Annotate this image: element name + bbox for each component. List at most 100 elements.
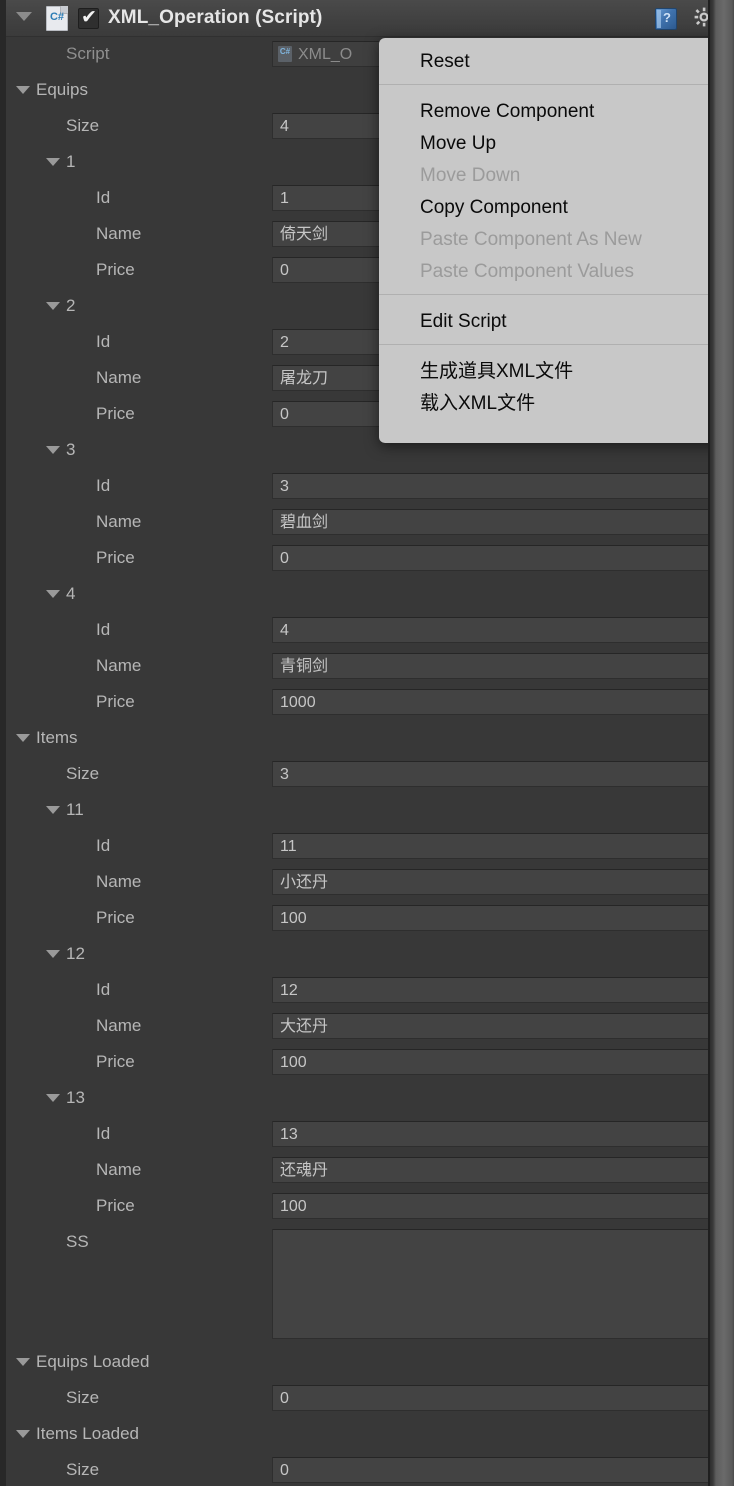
- array-size-row: Size 0: [6, 1452, 710, 1486]
- menu-item-edit-script[interactable]: Edit Script: [379, 306, 730, 338]
- property-field[interactable]: 100: [272, 1049, 710, 1075]
- csharp-script-icon-label: C#: [46, 11, 68, 23]
- array-element-index: 2: [66, 296, 75, 316]
- property-label: Id: [96, 620, 110, 640]
- property-field[interactable]: 13: [272, 1121, 710, 1147]
- array-element-header: 11: [6, 792, 710, 828]
- menu-item-copy-component[interactable]: Copy Component: [379, 192, 730, 224]
- foldout-triangle-icon[interactable]: [46, 590, 60, 598]
- array-size-field-value: 3: [280, 765, 289, 784]
- property-field-value: 11: [280, 837, 297, 856]
- property-field-value: 2: [280, 333, 289, 352]
- property-row: Price 100: [6, 1044, 710, 1080]
- foldout-triangle-icon[interactable]: [16, 1358, 30, 1366]
- menu-item-reset[interactable]: Reset: [379, 46, 730, 78]
- foldout-triangle-icon[interactable]: [46, 806, 60, 814]
- menu-item-xml[interactable]: 生成道具XML文件: [379, 356, 730, 388]
- property-field-value: 碧血剑: [280, 513, 328, 532]
- section-label-items: Items: [36, 728, 78, 748]
- property-label: Name: [96, 224, 141, 244]
- foldout-triangle-icon[interactable]: [16, 86, 30, 94]
- property-field-value: 4: [280, 621, 289, 640]
- property-field[interactable]: 还魂丹: [272, 1157, 710, 1183]
- property-field-value: 大还丹: [280, 1017, 328, 1036]
- array-size-label: Size: [66, 1460, 99, 1480]
- property-label: Name: [96, 512, 141, 532]
- menu-item-remove-component[interactable]: Remove Component: [379, 96, 730, 128]
- component-context-menu[interactable]: Reset Remove Component Move Up Move Down Cop…: [379, 38, 730, 443]
- foldout-triangle-icon[interactable]: [46, 302, 60, 310]
- array-element-index: 11: [66, 800, 84, 820]
- property-field[interactable]: 碧血剑: [272, 509, 710, 535]
- menu-item-label: Move Up: [420, 132, 496, 156]
- property-row: Name 小还丹: [6, 864, 710, 900]
- property-row: Id 4: [6, 612, 710, 648]
- property-field-value: 0: [280, 549, 289, 568]
- property-field-value: 100: [280, 909, 307, 928]
- property-label: Price: [96, 260, 135, 280]
- help-book-icon[interactable]: ?: [655, 8, 677, 30]
- property-field-value: 0: [280, 405, 289, 424]
- array-size-label: Size: [66, 764, 99, 784]
- ss-text-field[interactable]: [272, 1229, 710, 1339]
- menu-separator: [379, 84, 730, 85]
- property-field[interactable]: 100: [272, 905, 710, 931]
- property-label: Name: [96, 1016, 141, 1036]
- property-field[interactable]: 1000: [272, 689, 710, 715]
- ss-row: SS: [6, 1224, 710, 1344]
- property-label: Name: [96, 368, 141, 388]
- array-size-row: Size 3: [6, 756, 710, 792]
- menu-item-xml[interactable]: 载入XML文件: [379, 388, 730, 420]
- property-label: Name: [96, 656, 141, 676]
- csharp-script-icon-small: C#: [278, 46, 292, 62]
- property-field[interactable]: 3: [272, 473, 710, 499]
- menu-item-paste-component-values: Paste Component Values: [379, 256, 730, 288]
- foldout-triangle-icon[interactable]: [46, 446, 60, 454]
- array-size-field[interactable]: 0: [272, 1457, 710, 1483]
- menu-separator: [379, 294, 730, 295]
- property-field-value: 100: [280, 1053, 307, 1072]
- foldout-triangle-icon[interactable]: [16, 734, 30, 742]
- array-size-field[interactable]: 0: [272, 1385, 710, 1411]
- property-label: Name: [96, 1160, 141, 1180]
- property-label: Price: [96, 1052, 135, 1072]
- menu-separator: [379, 344, 730, 345]
- loaded-section-label: Equips Loaded: [36, 1352, 149, 1372]
- property-field-value: 1: [280, 189, 289, 208]
- loaded-section-header: Equips Loaded: [6, 1344, 710, 1380]
- array-size-label: Size: [66, 116, 99, 136]
- script-object-value: XML_O: [298, 45, 352, 64]
- array-size-field-value: 0: [280, 1389, 289, 1408]
- property-field[interactable]: 100: [272, 1193, 710, 1219]
- foldout-triangle-icon[interactable]: [16, 12, 32, 21]
- foldout-triangle-icon[interactable]: [46, 1094, 60, 1102]
- array-size-field[interactable]: 3: [272, 761, 710, 787]
- foldout-triangle-icon[interactable]: [16, 1430, 30, 1438]
- array-size-row: Size 0: [6, 1380, 710, 1416]
- property-row: Name 青铜剑: [6, 648, 710, 684]
- property-row: Price0: [6, 540, 710, 576]
- property-field[interactable]: 12: [272, 977, 710, 1003]
- array-size-label: Size: [66, 1388, 99, 1408]
- property-field[interactable]: 0: [272, 545, 710, 571]
- foldout-triangle-icon[interactable]: [46, 158, 60, 166]
- menu-item-move-up[interactable]: Move Up: [379, 128, 730, 160]
- foldout-triangle-icon[interactable]: [46, 950, 60, 958]
- property-label: Name: [96, 872, 141, 892]
- property-row: Price100: [6, 900, 710, 936]
- vertical-scrollbar[interactable]: [710, 0, 734, 1486]
- component-enabled-checkbox[interactable]: ✔: [78, 8, 99, 29]
- property-field[interactable]: 4: [272, 617, 710, 643]
- array-element-index: 3: [66, 440, 75, 460]
- array-element-index: 13: [66, 1088, 85, 1108]
- property-field[interactable]: 大还丹: [272, 1013, 710, 1039]
- component-header[interactable]: C# ✔ XML_Operation (Script) ?: [6, 0, 710, 37]
- property-label: Id: [96, 980, 110, 1000]
- property-field-value: 小还丹: [280, 873, 328, 892]
- property-field[interactable]: 小还丹: [272, 869, 710, 895]
- property-field[interactable]: 青铜剑: [272, 653, 710, 679]
- property-field[interactable]: 11: [272, 833, 710, 859]
- menu-item-label: Move Down: [420, 164, 520, 188]
- property-row: Id13: [6, 1116, 710, 1152]
- property-row: Name 还魂丹: [6, 1152, 710, 1188]
